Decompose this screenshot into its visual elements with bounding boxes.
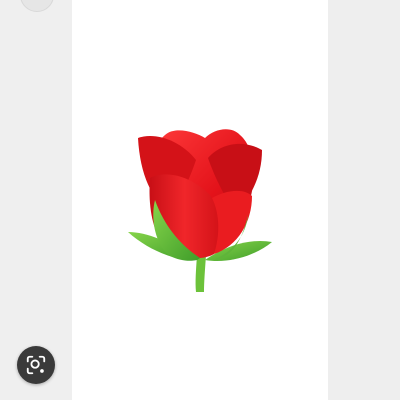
visual-search-icon <box>26 355 46 375</box>
image-viewer <box>0 0 400 400</box>
image-canvas <box>72 0 328 400</box>
top-avatar-chip[interactable] <box>20 0 54 12</box>
right-side-panel <box>328 0 400 400</box>
visual-search-button[interactable] <box>17 346 55 384</box>
left-side-panel <box>0 0 72 400</box>
